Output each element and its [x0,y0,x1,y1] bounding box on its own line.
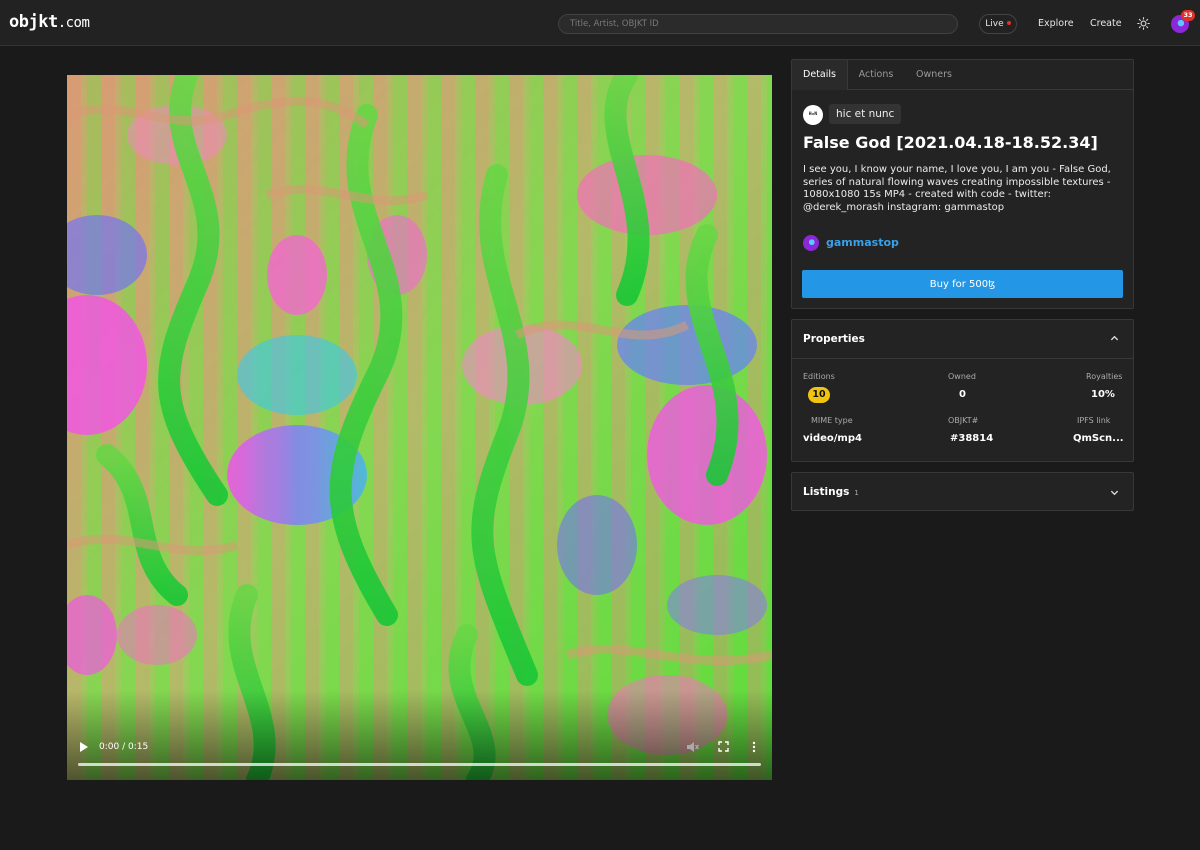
volume-muted-icon[interactable] [686,741,699,753]
fullscreen-icon[interactable] [718,741,729,752]
live-dot-icon [1006,21,1011,25]
tab-actions[interactable]: Actions [852,60,900,90]
artwork-description: I see you, I know your name, I love you,… [803,164,1111,213]
notification-badge: 33 [1181,10,1195,21]
top-header: objkt.com Live Explore Create 33 [0,0,1200,46]
chevron-up-icon[interactable] [1110,334,1119,343]
play-icon[interactable] [79,741,89,753]
artwork-video-frame [67,75,772,780]
artwork-title: False God [2021.04.18-18.52.34] [803,133,1098,152]
editions-badge: 10 [808,387,830,403]
logo-main: objkt [9,12,58,32]
owned-value: 0 [959,389,966,400]
collection-name[interactable]: hic et nunc [829,104,902,124]
details-panel: Details Actions Owners H=N hic et nunc F… [791,59,1134,309]
objkt-id-value[interactable]: #38814 [950,433,993,444]
artist-link[interactable]: gammastop [826,236,899,249]
chevron-down-icon[interactable] [1110,488,1119,497]
logo-suffix: .com [57,15,90,31]
editions-label: Editions [803,372,835,381]
nav-create[interactable]: Create [1090,18,1122,29]
listings-panel[interactable]: Listings 1 [791,472,1134,511]
controls-overlay [67,690,772,780]
details-tabs: Details Actions Owners [792,60,1133,90]
collection-logo-icon[interactable]: H=N [803,105,823,125]
listings-title: Listings [803,486,850,498]
theme-toggle-sun-icon[interactable] [1137,17,1150,30]
video-player[interactable]: 0:00 / 0:15 [67,75,772,780]
video-time: 0:00 / 0:15 [99,742,149,752]
live-label: Live [985,19,1004,29]
listings-count: 1 [854,489,859,497]
mime-type-label: MIME type [811,416,853,425]
search-input[interactable] [558,14,958,34]
royalties-label: Royalties [1086,372,1123,381]
royalties-value: 10% [1091,389,1115,400]
nav-explore[interactable]: Explore [1038,18,1074,29]
artist-avatar[interactable] [803,235,819,251]
mime-type-value: video/mp4 [803,433,862,444]
properties-divider [792,358,1133,359]
buy-button[interactable]: Buy for 500ꜩ [802,270,1123,298]
tab-owners[interactable]: Owners [910,60,958,90]
video-progress-bar[interactable] [78,763,761,766]
live-button[interactable]: Live [979,14,1017,34]
more-options-icon[interactable] [751,741,757,753]
objkt-id-label: OBJKT# [948,416,979,425]
ipfs-link-value[interactable]: QmScn... [1073,433,1124,444]
properties-panel: Properties Editions 10 Owned 0 Royalties… [791,319,1134,462]
objkt-logo[interactable]: objkt.com [9,12,90,32]
owned-label: Owned [948,372,976,381]
user-menu[interactable]: 33 [1171,10,1195,33]
listings-heading: Listings 1 [803,486,859,498]
properties-heading: Properties [803,333,865,345]
tab-details[interactable]: Details [792,60,848,90]
ipfs-link-label: IPFS link [1077,416,1111,425]
